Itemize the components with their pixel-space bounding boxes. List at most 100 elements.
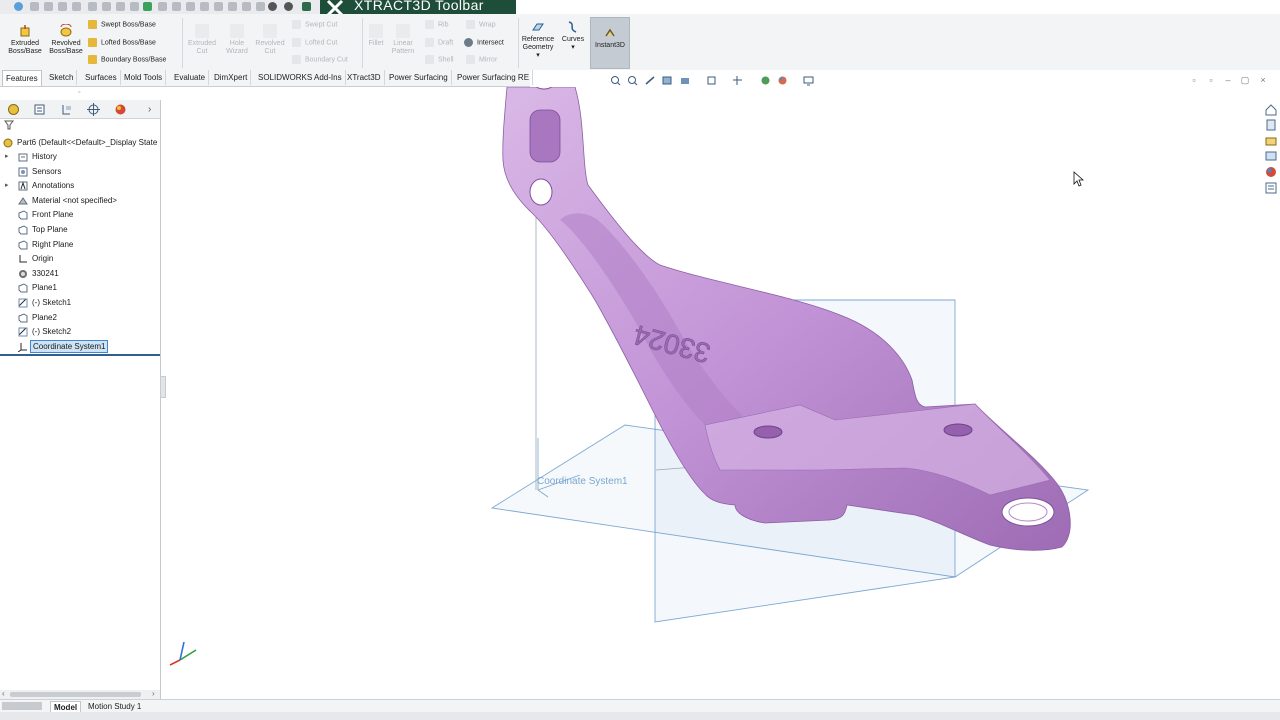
shell-button[interactable]: Shell [425,55,454,65]
reference-geometry-button[interactable]: Reference Geometry ▾ [519,20,557,60]
dynamic-annotation-icon[interactable] [680,75,691,86]
fillet-button[interactable]: Fillet [364,24,388,48]
tab-solidworks-add-ins[interactable]: SOLIDWORKS Add-Ins [255,70,346,85]
solidworks-home-icon[interactable] [14,2,23,11]
extruded-cut-button[interactable]: Extruded Cut [185,24,219,56]
tab-xtract3d[interactable]: XTract3D [344,70,385,85]
view-orientation-icon[interactable] [706,75,717,86]
lofted-boss-button[interactable]: Lofted Boss/Base [88,38,156,48]
design-library-icon[interactable] [1265,119,1277,131]
panel-collapse-handle-icon[interactable]: ◦ [78,89,80,96]
help-disabled-icon[interactable] [284,2,293,11]
boundary-cut-button[interactable]: Boundary Cut [292,55,348,65]
draft-button[interactable]: Draft [425,38,453,48]
reference-geometry-dropdown-arrow[interactable]: ▾ [519,52,557,60]
section-view-icon[interactable] [662,75,673,86]
swept-boss-button[interactable]: Swept Boss/Base [88,20,156,30]
tab-features[interactable]: Features [2,70,42,86]
appearances-icon[interactable] [1265,166,1277,178]
wrap-button[interactable]: Wrap [466,20,496,30]
mirror-button[interactable]: Mirror [466,55,497,65]
plane-icon [18,210,28,220]
configuration-manager-tab-icon[interactable] [60,103,73,116]
scroll-thumb[interactable] [10,692,141,697]
tile-window-icon[interactable]: ▫ [1206,75,1216,85]
scroll-left-icon[interactable]: ‹ [2,689,5,698]
rib-label: Rib [438,21,449,29]
swept-cut-button[interactable]: Swept Cut [292,20,337,30]
display-style-icon[interactable] [732,75,743,86]
tab-motion-study-1[interactable]: Motion Study 1 [85,701,144,712]
tab-scroll-buttons[interactable] [2,702,42,710]
hole-wizard-button[interactable]: Hole Wizard [220,24,254,56]
curve-tool-icon[interactable] [186,2,195,11]
chevron-right-icon[interactable]: › [148,103,161,116]
fit-tool-icon[interactable] [200,2,209,11]
extruded-boss-button[interactable]: Extruded Boss/Base [6,24,44,56]
maximize-icon[interactable]: ▢ [1240,75,1250,85]
filter-icon[interactable] [4,120,14,130]
minimize-icon[interactable]: – [1223,75,1233,85]
annotations-icon [18,181,28,191]
extract-tool-icon[interactable] [256,2,265,11]
revolved-boss-button[interactable]: Revolved Boss/Base [47,24,85,56]
expand-arrow-icon[interactable]: ▸ [5,150,11,164]
feature-manager-tab-icon[interactable] [7,103,20,116]
tree-item-label: Right Plane [32,239,74,249]
intersect-button[interactable]: Intersect [464,38,504,48]
rib-button[interactable]: Rib [425,20,449,30]
solidworks-resources-icon[interactable] [1265,104,1277,116]
view-palette-icon[interactable] [1265,150,1277,162]
undo-icon[interactable] [88,2,97,11]
deviation-tool-icon[interactable] [242,2,251,11]
zoom-to-fit-icon[interactable] [610,75,621,86]
print-icon[interactable] [72,2,81,11]
new-document-icon[interactable] [30,2,39,11]
gear-disabled-icon[interactable] [268,2,277,11]
tab-power-surfacing[interactable]: Power Surfacing [386,70,452,85]
region-tool-icon[interactable] [214,2,223,11]
display-manager-tab-icon[interactable] [114,103,127,116]
zoom-to-area-icon[interactable] [627,75,638,86]
expand-arrow-icon[interactable]: ▸ [5,179,11,193]
section-tool-icon[interactable] [228,2,237,11]
curves-button[interactable]: Curves ▾ [560,20,586,52]
lofted-cut-button[interactable]: Lofted Cut [292,38,337,48]
save-icon[interactable] [58,2,67,11]
panel-horizontal-scrollbar[interactable]: ‹ › [0,689,160,699]
redo-icon[interactable] [102,2,111,11]
tab-evaluate[interactable]: Evaluate [171,70,210,85]
revolved-cut-button[interactable]: Revolved Cut [253,24,287,56]
scroll-right-icon[interactable]: › [152,689,155,698]
dimxpert-manager-tab-icon[interactable] [87,103,100,116]
curves-dropdown-arrow[interactable]: ▾ [560,44,586,52]
extruded-boss-label: Extruded Boss/Base [8,40,42,55]
custom-properties-icon[interactable] [1265,182,1277,194]
graphics-viewport[interactable]: 33024 Coordinate System1 [162,87,1262,699]
tab-dimxpert[interactable]: DimXpert [211,70,252,85]
gear-icon[interactable] [302,2,311,11]
mesh-tool-icon[interactable] [158,2,167,11]
linear-pattern-button[interactable]: Linear Pattern [388,24,418,56]
instant3d-button[interactable]: Instant3D [590,17,630,69]
close-icon[interactable]: × [1258,75,1268,85]
edit-appearance-icon[interactable] [777,75,788,86]
restore-tile-icon[interactable]: ▫ [1189,75,1199,85]
property-manager-tab-icon[interactable] [33,103,46,116]
tab-mold-tools[interactable]: Mold Tools [121,70,167,85]
tab-surfaces[interactable]: Surfaces [82,70,121,85]
file-explorer-icon[interactable] [1265,135,1277,147]
tab-sketch[interactable]: Sketch [46,70,78,85]
rebuild-icon[interactable] [116,2,125,11]
xtract-tool-icon[interactable] [143,2,152,11]
intersect-icon [464,38,473,47]
select-icon[interactable] [130,2,139,11]
boundary-boss-button[interactable]: Boundary Boss/Base [88,55,166,65]
tab-power-surfacing-re[interactable]: Power Surfacing RE [454,70,534,85]
view-settings-icon[interactable] [803,75,814,86]
mouse-cursor-icon [1073,171,1085,187]
surface-tool-icon[interactable] [172,2,181,11]
open-icon[interactable] [44,2,53,11]
previous-view-icon[interactable] [645,75,656,86]
hide-show-items-icon[interactable] [760,75,771,86]
